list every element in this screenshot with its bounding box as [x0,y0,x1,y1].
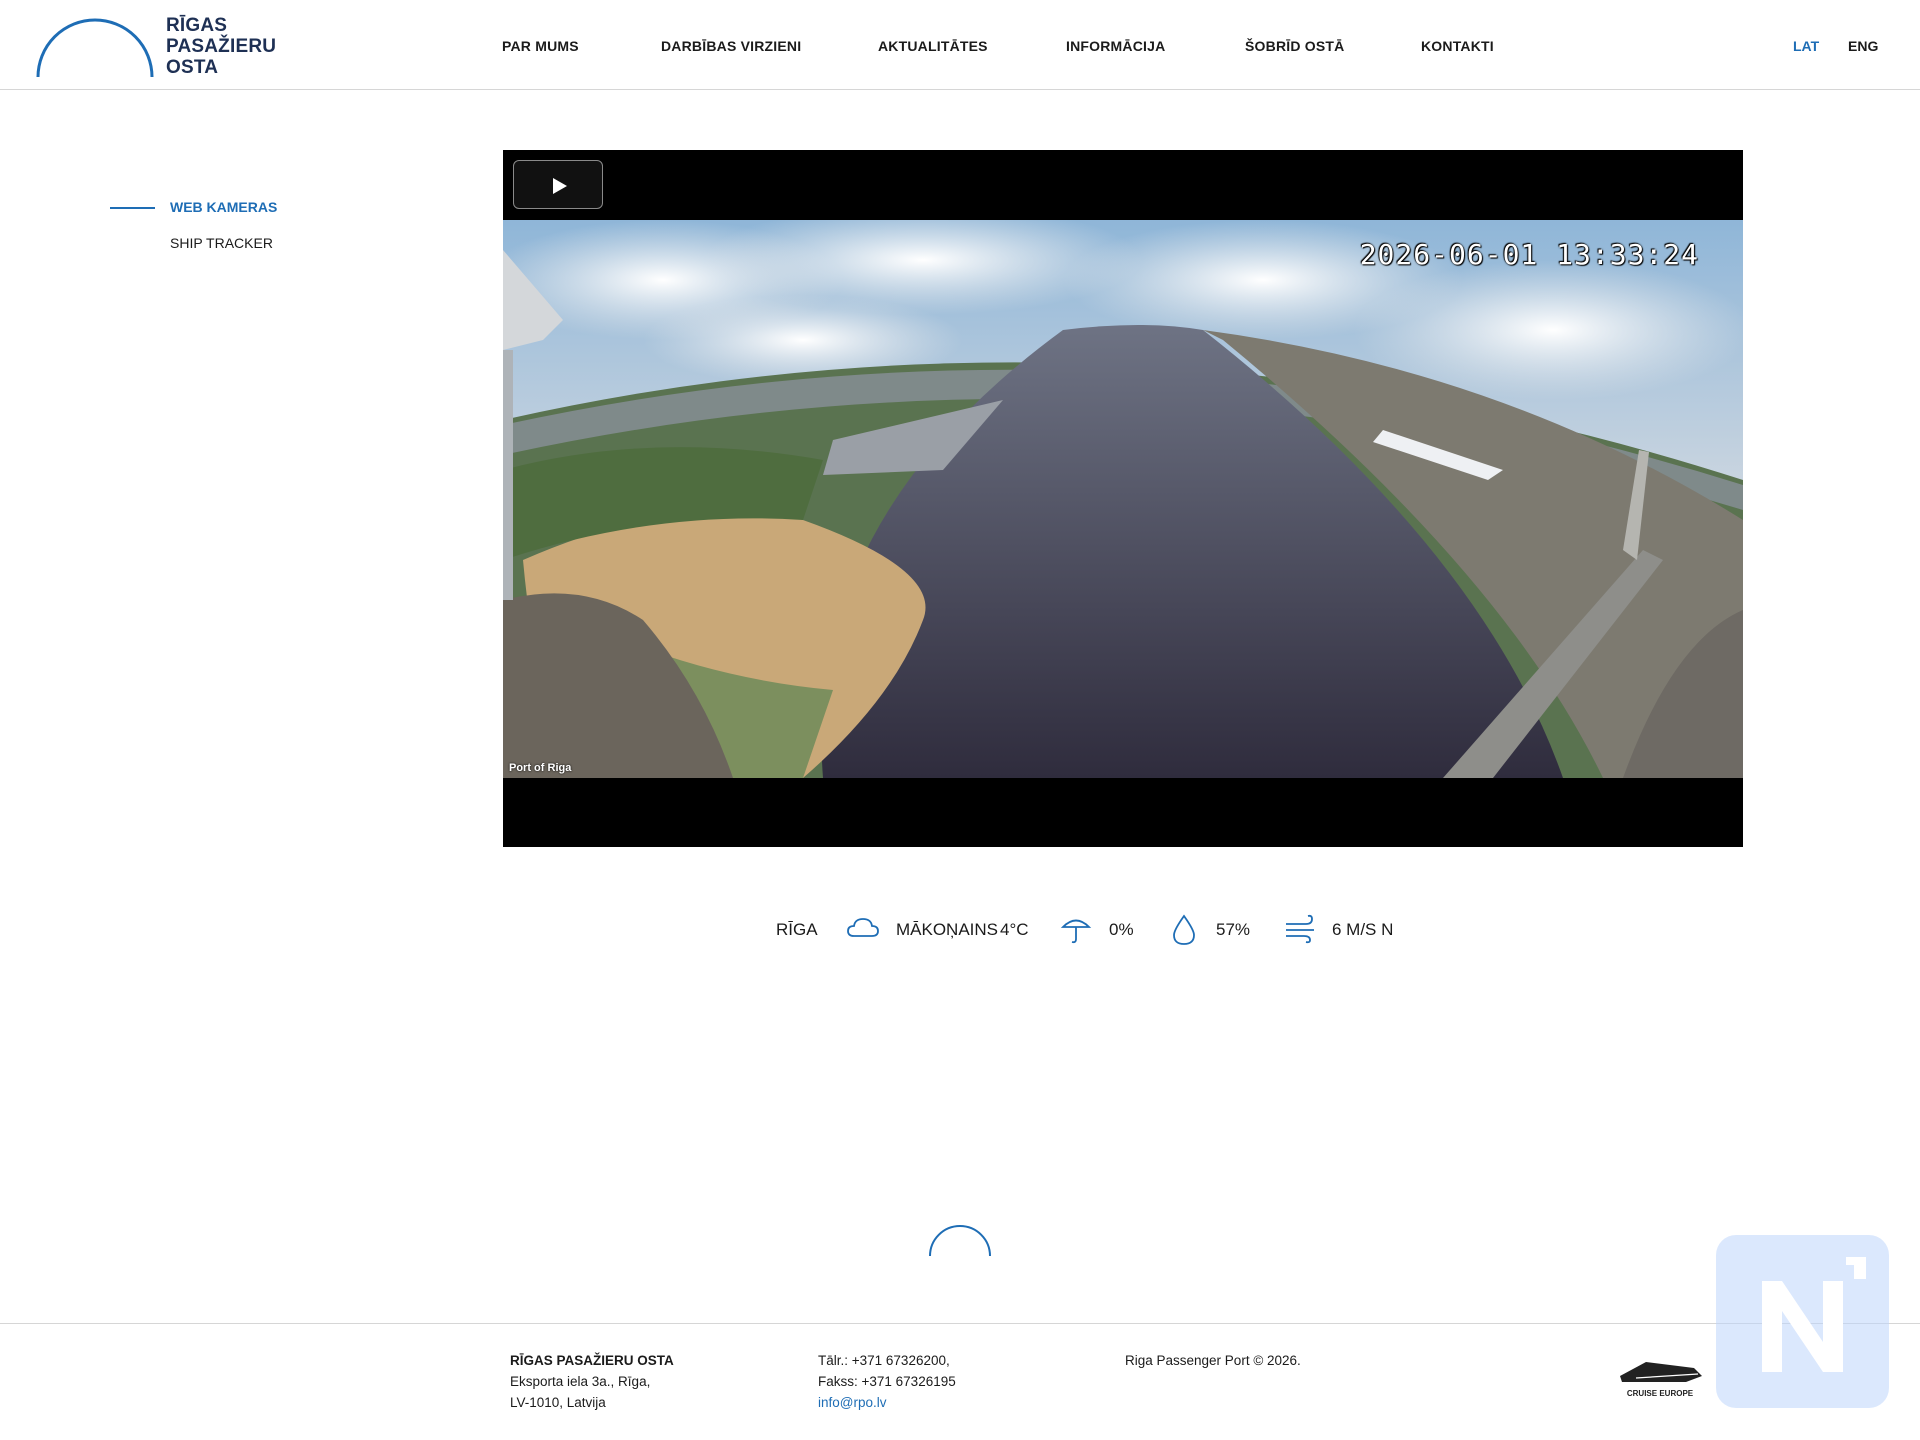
wind-icon [1286,914,1314,944]
footer-phone: Tālr.: +371 67326200, [818,1353,950,1368]
weather-humidity: 57% [1216,920,1251,939]
weather-temperature: 4°C [1000,920,1029,939]
nav-item-sobrid-osta[interactable]: ŠOBRĪD OSTĀ [1245,38,1344,54]
footer-company: RĪGAS PASAŽIERU OSTA [510,1353,674,1368]
cloud-icon [847,918,879,937]
logo-line: OSTA [166,57,219,78]
sidebar-item-ship-tracker[interactable]: SHIP TRACKER [170,235,273,251]
nav-item-par-mums[interactable]: PAR MUMS [502,38,579,54]
site-header: RĪGAS PASAŽIERU OSTA PAR MUMS DARBĪBAS V… [0,0,1920,90]
footer-contacts: Tālr.: +371 67326200, Fakss: +371 673261… [818,1350,956,1413]
webcam-image: 2026-06-01 13:33:24 Port of Riga [503,220,1743,778]
weather-bar: RĪGA MĀKOŅAINS 4°C 0% 57% 6 M/S N [0,914,1920,945]
webcam-watermark: Port of Riga [509,762,572,774]
weather-precipitation: 0% [1109,920,1134,939]
site-footer: RĪGAS PASAŽIERU OSTA Eksporta iela 3a., … [0,1323,1920,1440]
footer-address-line: LV-1010, Latvija [510,1395,606,1410]
weather-city: RĪGA [776,920,818,939]
nav-item-aktualitates[interactable]: AKTUALITĀTES [878,38,988,54]
weather-wind: 6 M/S N [1332,920,1394,939]
play-button[interactable] [513,160,603,209]
lang-lat[interactable]: LAT [1793,38,1819,54]
lang-eng[interactable]: ENG [1848,38,1878,54]
nav-item-informacija[interactable]: INFORMĀCIJA [1066,38,1165,54]
n-logo-icon [1762,1257,1866,1372]
footer-email-link[interactable]: info@rpo.lv [818,1395,886,1410]
sidebar-item-web-kameras[interactable]: WEB KAMERAS [170,199,277,215]
footer-address-line: Eksporta iela 3a., Rīga, [510,1374,651,1389]
weather-condition: MĀKOŅAINS [896,920,999,939]
cruise-europe-logo[interactable]: CRUISE EUROPE [1616,1354,1706,1405]
cruise-europe-text: CRUISE EUROPE [1627,1389,1694,1398]
droplet-icon [1173,914,1195,945]
footer-fax: Fakss: +371 67326195 [818,1374,956,1389]
ship-logo-icon: CRUISE EUROPE [1620,1362,1702,1398]
decorative-arc-icon [929,1225,991,1257]
play-icon [553,178,567,194]
floating-widget[interactable] [1716,1235,1889,1408]
nav-item-kontakti[interactable]: KONTAKTI [1421,38,1494,54]
sidebar-active-indicator [110,207,155,209]
umbrella-icon [1060,919,1092,944]
logo-text: RĪGAS PASAŽIERU OSTA [166,15,276,78]
webcam-player[interactable]: 2026-06-01 13:33:24 Port of Riga [503,150,1743,847]
footer-copyright: Riga Passenger Port © 2026. [1125,1353,1301,1368]
logo-line: RĪGAS [166,15,228,36]
logo-arc-icon [36,18,154,78]
footer-address: RĪGAS PASAŽIERU OSTA Eksporta iela 3a., … [510,1350,674,1413]
logo-line: PASAŽIERU [166,36,277,57]
site-logo[interactable]: RĪGAS PASAŽIERU OSTA [36,15,276,79]
nav-item-darbibas-virzieni[interactable]: DARBĪBAS VIRZIENI [661,38,801,54]
webcam-timestamp: 2026-06-01 13:33:24 [1359,238,1699,271]
